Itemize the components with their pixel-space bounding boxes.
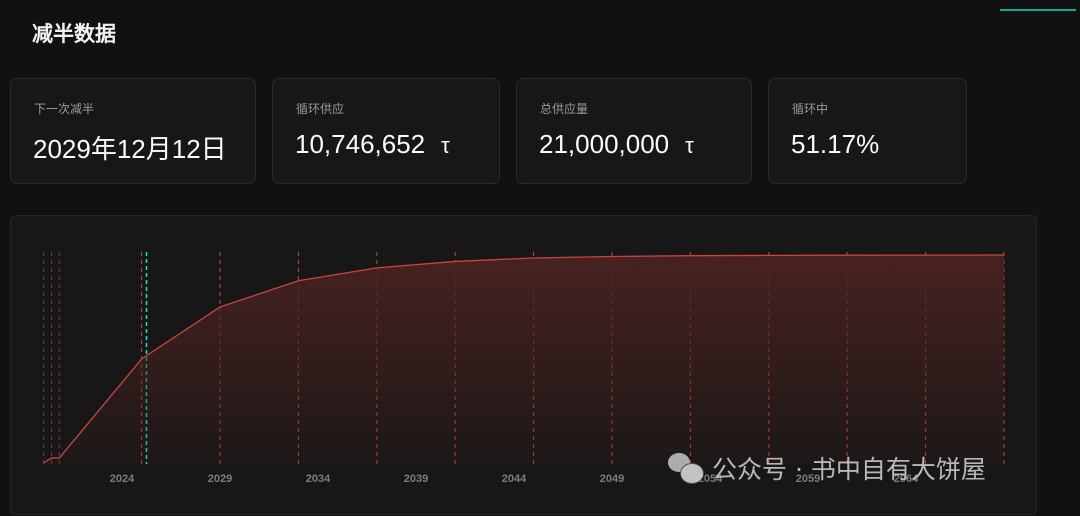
stat-card-next-halving: 下一次减半 2029年12月12日	[10, 78, 256, 184]
tab-indicator	[1000, 9, 1076, 11]
x-tick-label: 2039	[404, 473, 428, 485]
stat-label: 下一次减半	[34, 102, 95, 116]
watermark-text: 公众号 · 书中自有大饼屋	[712, 455, 986, 484]
stat-value: 21,000,000	[539, 129, 670, 159]
x-tick-label: 2024	[110, 473, 135, 485]
stat-card-circulating-supply: 循环供应 10,746,652 τ	[272, 78, 500, 184]
wechat-icon	[668, 453, 704, 484]
stat-card-circulating-percent: 循环中 51.17%	[768, 78, 967, 184]
stat-value: 2029年12月12日	[33, 134, 227, 164]
x-tick-label: 2044	[502, 473, 527, 485]
stat-label: 循环供应	[296, 102, 345, 116]
page-title: 减半数据	[32, 22, 116, 46]
watermark: 公众号 · 书中自有大饼屋	[668, 450, 986, 486]
stat-label: 总供应量	[540, 102, 589, 116]
tao-unit: τ	[685, 133, 694, 158]
stat-value: 10,746,652	[295, 129, 426, 159]
stat-value: 51.17%	[791, 129, 880, 159]
stat-label: 循环中	[792, 102, 829, 116]
tao-unit: τ	[441, 133, 450, 158]
supply-area	[43, 255, 1005, 464]
x-tick-label: 2034	[306, 473, 331, 485]
x-tick-label: 2029	[208, 473, 232, 485]
x-tick-label: 2049	[600, 473, 624, 485]
stat-card-total-supply: 总供应量 21,000,000 τ	[516, 78, 752, 184]
